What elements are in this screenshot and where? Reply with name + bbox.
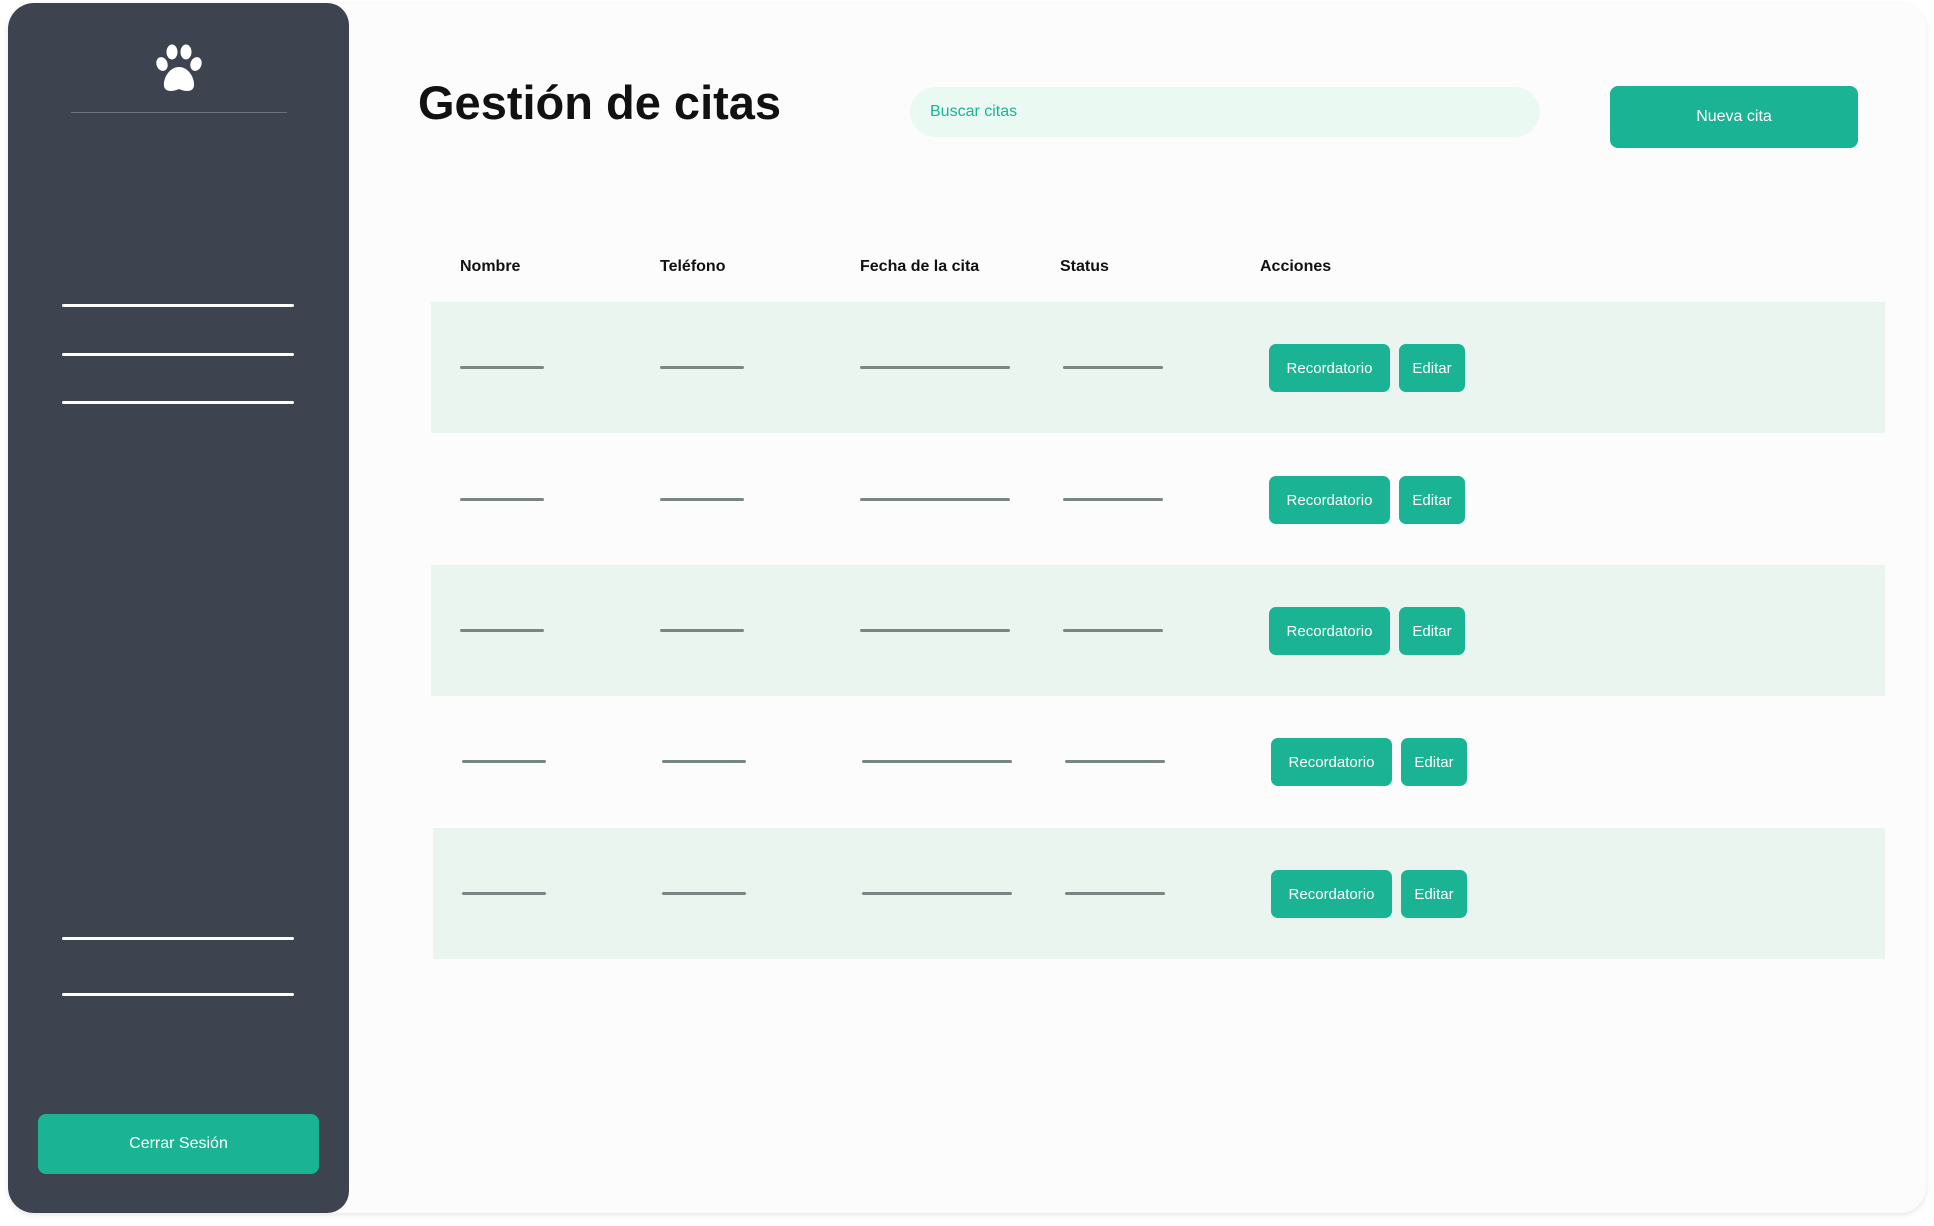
date-cell (860, 366, 1010, 369)
phone-cell (662, 892, 746, 895)
status-cell (1063, 498, 1163, 501)
page-title: Gestión de citas (418, 76, 782, 129)
new-appointment-button[interactable]: Nueva cita (1610, 86, 1858, 148)
column-header-actions: Acciones (1260, 258, 1332, 275)
column-header-status: Status (1060, 258, 1109, 275)
status-cell (1065, 892, 1165, 895)
column-header-name: Nombre (460, 258, 521, 275)
name-cell (462, 760, 546, 763)
status-cell (1063, 629, 1163, 632)
reminder-button[interactable]: Recordatorio (1271, 738, 1392, 786)
date-cell (862, 892, 1012, 895)
table-row: Recordatorio Editar (433, 828, 1885, 959)
sidebar-item-2[interactable] (62, 353, 294, 356)
logout-button[interactable]: Cerrar Sesión (38, 1114, 319, 1174)
name-cell (462, 892, 546, 895)
reminder-button[interactable]: Recordatorio (1269, 344, 1390, 392)
phone-cell (660, 629, 744, 632)
date-cell (860, 498, 1010, 501)
reminder-button[interactable]: Recordatorio (1271, 870, 1392, 918)
reminder-button[interactable]: Recordatorio (1269, 607, 1390, 655)
name-cell (460, 629, 544, 632)
reminder-button[interactable]: Recordatorio (1269, 476, 1390, 524)
sidebar-item-5[interactable] (62, 993, 294, 996)
edit-button[interactable]: Editar (1401, 738, 1467, 786)
search-input[interactable] (910, 87, 1540, 137)
edit-button[interactable]: Editar (1399, 607, 1465, 655)
phone-cell (660, 366, 744, 369)
sidebar-item-3[interactable] (62, 401, 294, 404)
sidebar-item-1[interactable] (62, 304, 294, 307)
table-row: Recordatorio Editar (431, 302, 1885, 433)
status-cell (1065, 760, 1165, 763)
edit-button[interactable]: Editar (1401, 870, 1467, 918)
column-header-phone: Teléfono (660, 258, 726, 275)
sidebar: Cerrar Sesión (8, 3, 349, 1213)
sidebar-item-4[interactable] (62, 937, 294, 940)
edit-button[interactable]: Editar (1399, 476, 1465, 524)
status-cell (1063, 366, 1163, 369)
date-cell (862, 760, 1012, 763)
edit-button[interactable]: Editar (1399, 344, 1465, 392)
phone-cell (662, 760, 746, 763)
app-window: Cerrar Sesión Gestión de citas Nueva cit… (8, 3, 1926, 1213)
logo-divider (71, 112, 287, 113)
phone-cell (660, 498, 744, 501)
table-header: Nombre Teléfono Fecha de la cita Status … (8, 258, 1926, 280)
name-cell (460, 366, 544, 369)
table-row: Recordatorio Editar (431, 434, 1885, 565)
table-row: Recordatorio Editar (431, 696, 1885, 827)
name-cell (460, 498, 544, 501)
paw-icon (156, 44, 202, 91)
table-row: Recordatorio Editar (431, 565, 1885, 696)
column-header-date: Fecha de la cita (860, 258, 980, 275)
date-cell (860, 629, 1010, 632)
